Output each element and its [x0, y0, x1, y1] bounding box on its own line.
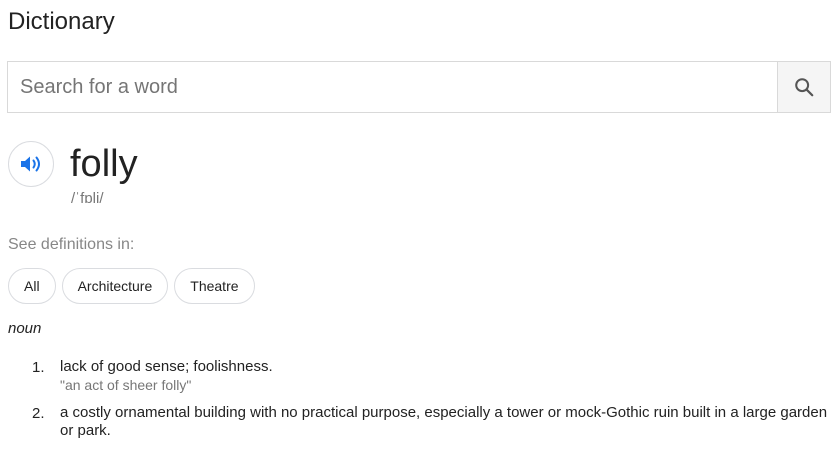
chip-all[interactable]: All	[8, 268, 56, 304]
phonetic-spelling: /ˈfɒli/	[71, 190, 104, 207]
part-of-speech: noun	[8, 320, 42, 337]
search-icon	[795, 78, 814, 97]
definition-text: lack of good sense; foolishness.	[60, 358, 273, 375]
definition-text: a costly ornamental building with no pra…	[60, 404, 828, 439]
chip-architecture[interactable]: Architecture	[61, 268, 169, 304]
definitions-filter-heading: See definitions in:	[8, 236, 135, 253]
definition-filter-chips: All Architecture Theatre	[8, 268, 255, 304]
search-bar	[7, 61, 831, 113]
search-button[interactable]	[777, 61, 831, 113]
chip-theatre[interactable]: Theatre	[174, 268, 255, 304]
pronunciation-button[interactable]	[8, 141, 54, 187]
definition-number: 1.	[32, 359, 45, 376]
definition-list: 1. lack of good sense; foolishness. "an …	[28, 358, 833, 450]
definition-item: 1. lack of good sense; foolishness. "an …	[28, 358, 833, 394]
page-title: Dictionary	[8, 8, 115, 35]
speaker-icon	[21, 156, 40, 172]
definition-item: 2. a costly ornamental building with no …	[28, 404, 833, 440]
definition-number: 2.	[32, 405, 45, 422]
definition-example: "an act of sheer folly"	[60, 377, 192, 393]
headword: folly	[70, 143, 138, 185]
search-input[interactable]	[7, 61, 777, 113]
